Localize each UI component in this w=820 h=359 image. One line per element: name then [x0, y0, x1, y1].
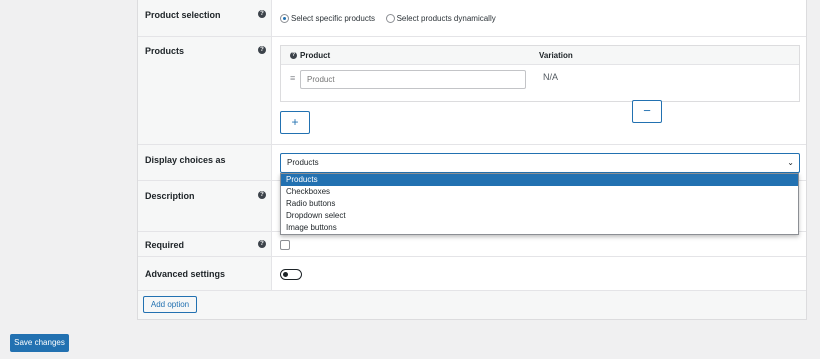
option-dropdown-select[interactable]: Dropdown select	[281, 210, 798, 222]
option-radio-buttons[interactable]: Radio buttons	[281, 198, 798, 210]
display-choices-selected: Products	[287, 158, 319, 167]
product-selection-radios: Select specific products Select products…	[280, 13, 504, 24]
required-label: Required	[145, 240, 185, 250]
display-choices-label: Display choices as	[145, 155, 226, 165]
col-variation-header: Variation	[539, 51, 573, 60]
display-choices-select[interactable]: Products ⌄	[280, 153, 800, 173]
description-label: Description	[145, 191, 195, 201]
advanced-settings-toggle[interactable]	[280, 269, 302, 280]
variation-value: N/A	[543, 72, 559, 82]
row-advanced-settings: Advanced settings	[138, 257, 806, 291]
help-icon[interactable]: ?	[258, 46, 266, 54]
option-checkboxes[interactable]: Checkboxes	[281, 186, 798, 198]
row-products: Products ? ? Product Variation ≡ N/A − +	[138, 37, 806, 145]
product-search-input[interactable]	[300, 70, 526, 89]
radio-specific-products[interactable]	[280, 14, 289, 24]
help-icon[interactable]: ?	[258, 10, 266, 18]
help-icon[interactable]: ?	[258, 191, 266, 199]
add-option-button[interactable]: Add option	[143, 296, 197, 313]
option-settings-panel: Product selection ? Select specific prod…	[137, 0, 807, 320]
help-icon[interactable]: ?	[290, 52, 297, 59]
products-table: ? Product Variation ≡ N/A	[280, 45, 800, 102]
radio-dynamic-products-label[interactable]: Select products dynamically	[397, 14, 496, 23]
save-changes-button[interactable]: Save changes	[10, 334, 69, 352]
option-image-buttons[interactable]: Image buttons	[281, 222, 798, 234]
radio-specific-products-label[interactable]: Select specific products	[291, 14, 375, 23]
panel-footer	[138, 291, 806, 319]
advanced-settings-label: Advanced settings	[145, 269, 226, 279]
products-table-header: ? Product Variation	[281, 46, 799, 65]
add-product-button[interactable]: +	[280, 111, 310, 134]
radio-dynamic-products[interactable]	[385, 14, 395, 24]
row-product-selection: Product selection ? Select specific prod…	[138, 0, 806, 37]
products-label: Products	[145, 46, 185, 56]
display-choices-dropdown: Products Checkboxes Radio buttons Dropdo…	[280, 173, 799, 235]
row-required: Required ?	[138, 232, 806, 257]
option-products[interactable]: Products	[281, 174, 798, 186]
col-product-header: Product	[300, 51, 331, 60]
product-selection-label: Product selection	[145, 10, 221, 20]
help-icon[interactable]: ?	[258, 240, 266, 248]
remove-product-button[interactable]: −	[632, 100, 662, 123]
required-checkbox[interactable]	[280, 240, 290, 250]
chevron-down-icon: ⌄	[787, 158, 794, 167]
drag-handle-icon[interactable]: ≡	[290, 73, 295, 83]
